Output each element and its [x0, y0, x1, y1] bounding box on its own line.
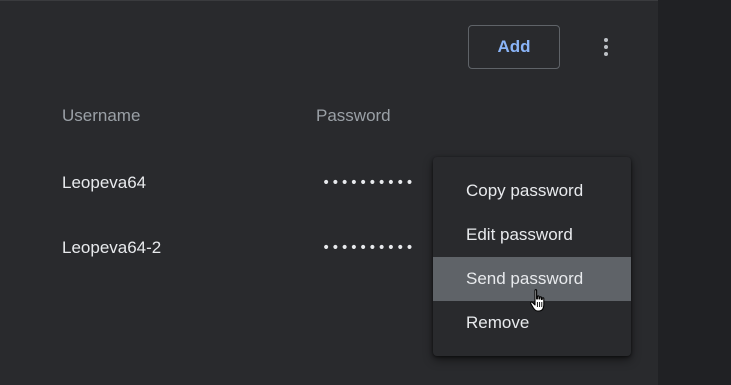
password-settings-view: Add Username Password Leopeva64 ••••••••… [0, 0, 731, 385]
kebab-dot [604, 38, 608, 42]
menu-item-copy-password[interactable]: Copy password [433, 169, 631, 213]
add-password-button[interactable]: Add [468, 25, 560, 69]
menu-item-edit-password[interactable]: Edit password [433, 213, 631, 257]
passwords-panel: Add Username Password Leopeva64 ••••••••… [0, 0, 658, 385]
password-column-header: Password [316, 106, 391, 125]
kebab-dot [604, 45, 608, 49]
username-cell: Leopeva64-2 [62, 238, 162, 257]
right-gutter [658, 0, 731, 385]
username-cell: Leopeva64 [62, 173, 147, 192]
password-context-menu: Copy password Edit password Send passwor… [433, 157, 631, 356]
password-mask-cell: •••••••••• [322, 175, 415, 191]
kebab-dot [604, 52, 608, 56]
password-mask-cell: •••••••••• [322, 240, 415, 256]
menu-item-remove[interactable]: Remove [433, 301, 631, 345]
more-actions-icon[interactable] [594, 33, 618, 61]
username-column-header: Username [62, 106, 141, 125]
menu-item-send-password[interactable]: Send password [433, 257, 631, 301]
